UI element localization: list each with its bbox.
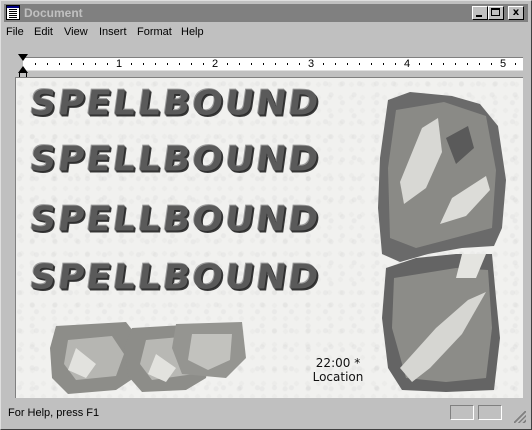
- ruler-number-4: 4: [404, 58, 411, 70]
- menu-file[interactable]: File: [6, 26, 24, 39]
- ruler-tick: [143, 63, 144, 65]
- window-title: Document: [24, 6, 83, 20]
- resize-grip-icon[interactable]: [514, 411, 526, 423]
- event-time: 22:00 *: [315, 356, 361, 370]
- ruler-number-3: 3: [308, 58, 315, 70]
- ruler-tick: [479, 63, 480, 65]
- document-icon[interactable]: [6, 5, 20, 20]
- ruler-tick: [287, 63, 288, 65]
- minimize-button[interactable]: [472, 6, 488, 20]
- ruler-tick: [299, 63, 300, 65]
- document-area[interactable]: SPELLBOUND SPELLBOUND SPELLBOUND SPELLBO…: [15, 77, 523, 398]
- status-help-text: For Help, press F1: [8, 407, 100, 419]
- distressed-logo: [50, 322, 246, 394]
- ruler-tick: [107, 63, 108, 65]
- ruler-tick: [395, 63, 396, 65]
- menu-bar: File Edit View Insert Format Help: [4, 23, 528, 41]
- close-icon: x: [512, 7, 520, 18]
- ruler-tick: [131, 63, 132, 65]
- ruler-tick: [515, 63, 516, 65]
- ruler-tick: [71, 63, 72, 65]
- menu-insert[interactable]: Insert: [99, 26, 127, 39]
- ruler-tick: [419, 63, 420, 65]
- ruler-tick: [455, 63, 456, 65]
- menu-help[interactable]: Help: [181, 26, 204, 39]
- spellbound-title-row-2: SPELLBOUND: [27, 140, 323, 179]
- menu-edit[interactable]: Edit: [34, 26, 53, 39]
- texture-panel-top: [378, 92, 506, 262]
- ruler-tick: [203, 63, 204, 65]
- ruler-tick: [227, 63, 228, 65]
- event-location: Location: [312, 370, 364, 384]
- ruler-tick: [359, 63, 360, 65]
- title-bar[interactable]: Document x: [4, 4, 528, 22]
- status-bar: For Help, press F1: [4, 400, 528, 426]
- minimize-icon: [476, 15, 482, 17]
- ruler-tick: [95, 63, 96, 65]
- spellbound-title-row-1: SPELLBOUND: [27, 84, 323, 123]
- ruler-strip: 1 2 3 4 5: [23, 57, 523, 71]
- ruler-tick: [383, 63, 384, 65]
- ruler-tick: [155, 63, 156, 65]
- ruler-tick: [347, 63, 348, 65]
- ruler-tick: [47, 63, 48, 65]
- ruler-tick: [371, 63, 372, 65]
- ruler-tick: [239, 63, 240, 65]
- menu-view[interactable]: View: [64, 26, 88, 39]
- ruler-tick: [191, 63, 192, 65]
- ruler-tick: [263, 63, 264, 65]
- ruler-tick: [443, 63, 444, 65]
- ruler-tick: [251, 63, 252, 65]
- ruler-number-5: 5: [500, 58, 507, 70]
- status-pane-2: [478, 405, 502, 420]
- ruler-tick: [275, 63, 276, 65]
- ruler-tick: [335, 63, 336, 65]
- close-button[interactable]: x: [508, 6, 524, 20]
- ruler-tick: [179, 63, 180, 65]
- spellbound-title-row-3: SPELLBOUND: [27, 200, 323, 239]
- status-pane-1: [450, 405, 474, 420]
- ruler-number-2: 2: [212, 58, 219, 70]
- menu-format[interactable]: Format: [137, 26, 172, 39]
- first-line-indent-marker[interactable]: [18, 54, 28, 61]
- ruler[interactable]: 1 2 3 4 5: [15, 54, 523, 78]
- ruler-number-1: 1: [116, 58, 123, 70]
- spellbound-title-row-4: SPELLBOUND: [27, 258, 323, 297]
- texture-panel-bottom: [382, 254, 500, 392]
- ruler-tick: [59, 63, 60, 65]
- ruler-tick: [491, 63, 492, 65]
- ruler-tick: [35, 63, 36, 65]
- ruler-tick: [167, 63, 168, 65]
- maximize-button[interactable]: [488, 6, 504, 20]
- ruler-tick: [431, 63, 432, 65]
- ruler-tick: [467, 63, 468, 65]
- app-window: Document x File Edit View Insert Format …: [0, 0, 532, 430]
- ruler-tick: [83, 63, 84, 65]
- maximize-icon: [491, 8, 500, 16]
- ruler-tick: [323, 63, 324, 65]
